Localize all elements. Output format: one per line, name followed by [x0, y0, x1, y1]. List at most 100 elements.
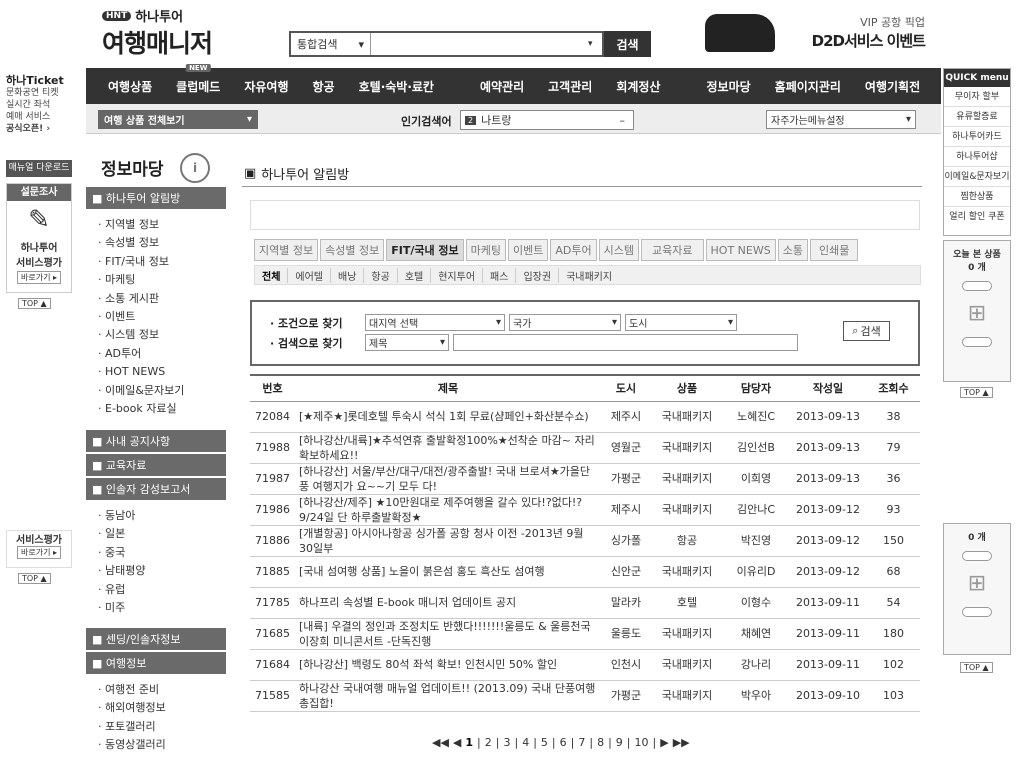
- sidebar-item[interactable]: 지역별 정보: [98, 216, 184, 234]
- cell-title[interactable]: 하나프리 속성별 E-book 매니저 업데이트 공지: [295, 587, 601, 619]
- tab-print[interactable]: 인쇄물: [809, 239, 859, 261]
- search-type-select[interactable]: 통합검색 ▾: [291, 33, 371, 55]
- page-link[interactable]: 4: [522, 736, 529, 749]
- quick-item-coupon[interactable]: 얼리 할인 쿠폰: [944, 207, 1010, 227]
- table-row[interactable]: 71785 하나프리 속성별 E-book 매니저 업데이트 공지 말라카 호텔 이형수…: [250, 587, 920, 619]
- brand-logo-small[interactable]: HNT 하나투어: [102, 6, 183, 25]
- page-link[interactable]: 2: [485, 736, 492, 749]
- quick-item-installment[interactable]: 무이자 할부: [944, 87, 1010, 107]
- page-link[interactable]: 7: [578, 736, 585, 749]
- survey-banner[interactable]: 설문조사 ✎ 하나투어 서비스평가 바로가기 ▸: [6, 183, 72, 293]
- nav-item-hotel[interactable]: 호텔·숙박·료칸: [347, 78, 468, 95]
- sidebar-item[interactable]: 속성별 정보: [98, 234, 184, 252]
- subtab-domestic[interactable]: 국내패키지: [559, 268, 619, 283]
- nav-item-accounting[interactable]: 회계정산: [604, 78, 694, 95]
- sidebar-item[interactable]: E-book 자료실: [98, 400, 184, 418]
- scroll-up-button[interactable]: [962, 551, 992, 561]
- cell-title[interactable]: [개별항공] 아시아나항공 싱가폴 공항 청사 이전 -2013년 9월 30일…: [295, 525, 601, 557]
- nav-item-clubmed[interactable]: NEW 클럽메드: [164, 63, 232, 95]
- quick-item-card[interactable]: 하나투어카드: [944, 127, 1010, 147]
- quick-item-shop[interactable]: 하나투어샵: [944, 147, 1010, 167]
- nav-item-customers[interactable]: 고객관리: [536, 78, 604, 95]
- tab-region[interactable]: 지역별 정보: [254, 239, 319, 261]
- tab-marketing[interactable]: 마케팅: [465, 239, 507, 261]
- sidebar-item[interactable]: 동남아: [98, 507, 145, 525]
- manual-download-button[interactable]: 매뉴얼 다운로드: [6, 160, 72, 177]
- col-date[interactable]: 작성일: [789, 374, 867, 402]
- nav-item-homepage[interactable]: 홈페이지관리: [763, 78, 853, 95]
- field-select[interactable]: 제목 ▾: [365, 334, 449, 351]
- subtab-local-tour[interactable]: 현지투어: [431, 267, 484, 283]
- ticket-banner[interactable]: 하나Ticket 문화공연 티켓 실시간 좌석 예매 서비스 공식오픈! ›: [6, 75, 72, 135]
- sidebar-item[interactable]: 중국: [98, 544, 145, 562]
- tab-education[interactable]: 교육자료: [641, 239, 704, 261]
- sidebar-section-education[interactable]: ■ 교육자료: [86, 454, 226, 476]
- last-page-icon[interactable]: ▶▶: [673, 736, 690, 749]
- cell-title[interactable]: [하나강산/내륙]★추석연휴 출발확정100%★선착순 마감~ 자리확보하세요!…: [295, 432, 601, 464]
- sidebar-item[interactable]: 이벤트: [98, 308, 184, 326]
- subtab-air[interactable]: 항공: [364, 267, 398, 283]
- page-link[interactable]: 10: [635, 736, 649, 749]
- tab-communication[interactable]: 소통: [777, 239, 808, 261]
- nav-item-products[interactable]: 여행상품: [86, 78, 164, 95]
- cell-title[interactable]: [하나강산] 서울/부산/대구/대전/광주출발! 국내 브로셔★가을단풍 여행지…: [295, 463, 601, 495]
- subtab-all[interactable]: 전체: [255, 267, 289, 283]
- page-link[interactable]: 8: [597, 736, 604, 749]
- top-button[interactable]: TOP ▲: [18, 298, 51, 309]
- subtab-hotel[interactable]: 호텔: [398, 267, 432, 283]
- eval-banner[interactable]: 서비스평가 바로가기 ▸: [6, 530, 72, 568]
- sidebar-item[interactable]: 소통 게시판: [98, 290, 184, 308]
- chevron-down-icon[interactable]: ▾: [588, 39, 602, 49]
- site-title[interactable]: 여행매니저: [102, 24, 213, 60]
- first-page-icon[interactable]: ◀◀: [432, 736, 449, 749]
- favorites-select[interactable]: 자주가는메뉴설정 ▾: [766, 110, 916, 129]
- col-title[interactable]: 제목: [295, 374, 601, 402]
- nav-item-info[interactable]: 정보마당: [694, 78, 762, 95]
- table-row[interactable]: 71986 [하나강산/제주] ★10만원대로 제주여행을 갈수 있다!?없다!?…: [250, 494, 920, 526]
- country-select[interactable]: 국가 ▾: [509, 314, 621, 331]
- col-manager[interactable]: 담당자: [723, 374, 789, 402]
- cell-title[interactable]: 하나강산 국내여행 매뉴얼 업데이트!! (2013.09) 국내 단풍여행 총…: [295, 680, 601, 712]
- cell-title[interactable]: [국내 섬여행 상품] 노을이 붉은섬 홍도 흑산도 섬여행: [295, 556, 601, 588]
- sidebar-item[interactable]: 시스템 정보: [98, 326, 184, 344]
- tab-hotnews[interactable]: HOT NEWS: [705, 239, 776, 261]
- sidebar-item[interactable]: 일본: [98, 525, 145, 543]
- search-button[interactable]: 검색: [604, 31, 651, 57]
- sidebar-item[interactable]: 포토갤러리: [98, 718, 166, 736]
- sidebar-item[interactable]: FIT/국내 정보: [98, 253, 184, 271]
- subtab-ticket[interactable]: 입장권: [516, 267, 560, 283]
- top-button[interactable]: TOP ▲: [960, 387, 993, 398]
- nav-item-planning[interactable]: 여행기획전: [853, 78, 932, 95]
- sidebar-section-travel[interactable]: ■ 여행정보: [86, 652, 226, 674]
- subtab-backpack[interactable]: 배낭: [331, 267, 365, 283]
- sidebar-item[interactable]: 미주: [98, 599, 145, 617]
- prev-page-icon[interactable]: ◀: [453, 736, 461, 749]
- tab-event[interactable]: 이벤트: [508, 239, 549, 261]
- page-link[interactable]: 3: [503, 736, 510, 749]
- tab-adtour[interactable]: AD투어: [550, 239, 597, 261]
- go-button[interactable]: 바로가기 ▸: [17, 271, 61, 284]
- cell-title[interactable]: [★제주★]롯데호텔 투숙시 석식 1회 무료(샴페인+화산분수쇼): [295, 401, 601, 433]
- col-product[interactable]: 상품: [651, 374, 723, 402]
- sidebar-section-sending[interactable]: ■ 센딩/인솔자정보: [86, 628, 226, 650]
- promo-banner[interactable]: VIP 공항 픽업 D2D서비스 이벤트: [705, 10, 926, 55]
- sidebar-item[interactable]: 이메일&문자보기: [98, 382, 184, 400]
- sidebar-item[interactable]: 남태평양: [98, 562, 145, 580]
- panel-search-button[interactable]: ⌕ 검색: [843, 321, 890, 341]
- tab-system[interactable]: 시스템: [598, 239, 640, 261]
- top-button[interactable]: TOP ▲: [18, 573, 51, 584]
- scroll-down-button[interactable]: [962, 337, 992, 347]
- table-row[interactable]: 71684 [하나강산] 백령도 80석 좌석 확보! 인천시민 50% 할인 인천…: [250, 649, 920, 681]
- page-link[interactable]: 1: [465, 736, 473, 749]
- page-link[interactable]: 5: [541, 736, 548, 749]
- all-products-select[interactable]: 여행 상품 전체보기 ▾: [98, 110, 258, 129]
- tab-attribute[interactable]: 속성별 정보: [320, 239, 385, 261]
- nav-item-reservation[interactable]: 예약관리: [468, 78, 536, 95]
- nav-item-free-travel[interactable]: 자유여행: [232, 78, 300, 95]
- sidebar-item[interactable]: 마케팅: [98, 271, 184, 289]
- popular-keyword[interactable]: 2 나트랑 –: [460, 110, 634, 130]
- scroll-up-button[interactable]: [962, 281, 992, 291]
- go-button[interactable]: 바로가기 ▸: [17, 546, 61, 559]
- city-select[interactable]: 도시 ▾: [625, 314, 737, 331]
- search-input[interactable]: [371, 33, 588, 55]
